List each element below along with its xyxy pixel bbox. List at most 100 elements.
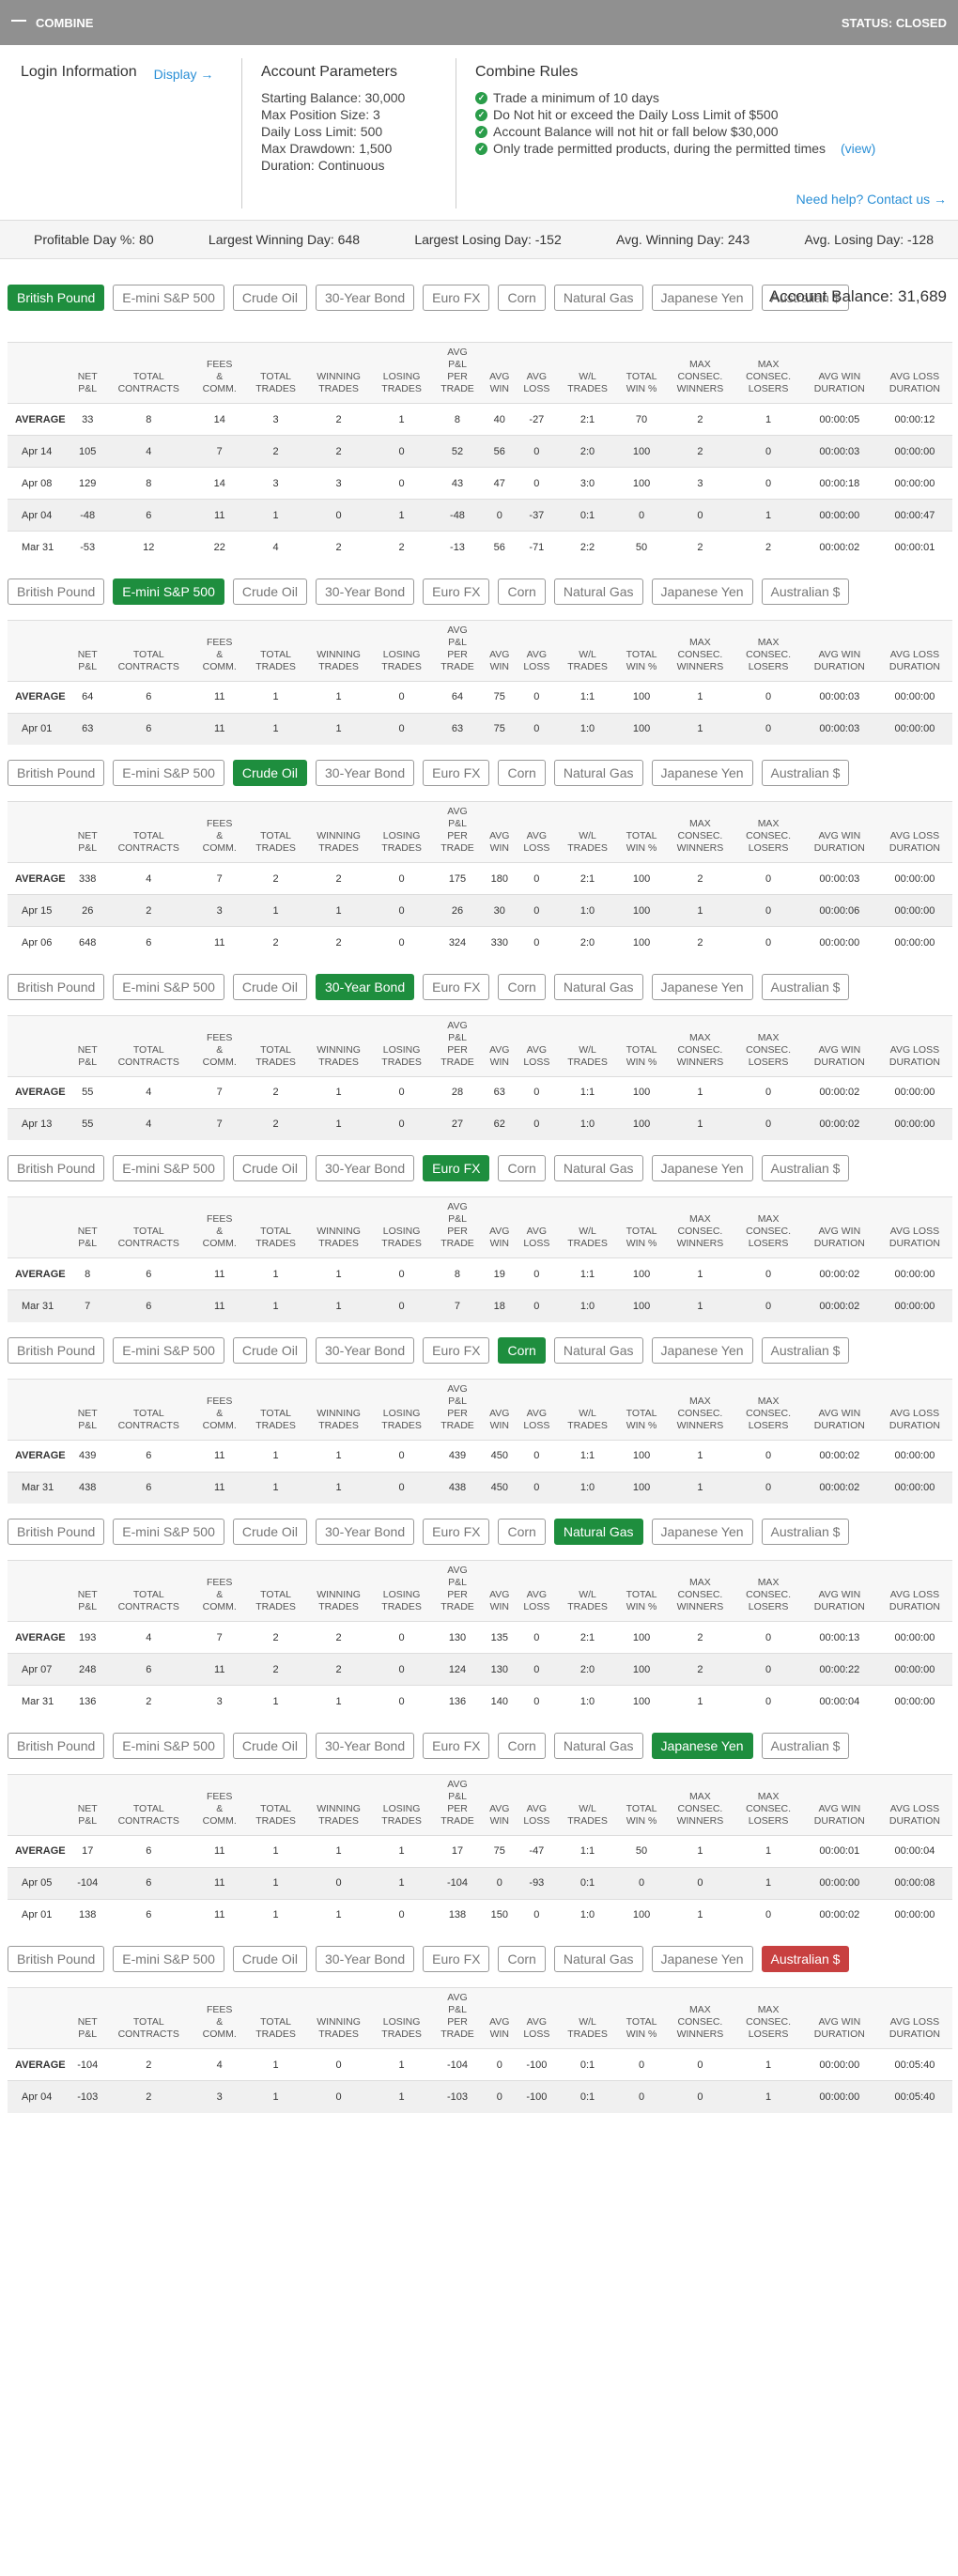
column-header: AVG WIN bbox=[483, 1197, 516, 1258]
tab-british-pound[interactable]: British Pound bbox=[8, 578, 105, 605]
tab-euro-fx[interactable]: Euro FX bbox=[423, 1155, 490, 1181]
tab-crude-oil[interactable]: Crude Oil bbox=[232, 1155, 307, 1181]
tab-corn[interactable]: Corn bbox=[498, 285, 546, 311]
tab-crude-oil[interactable]: Crude Oil bbox=[232, 1732, 307, 1759]
stats-table: NET P&L TOTAL CONTRACTS FEES & COMM. TOTAL TRADE… bbox=[8, 1015, 952, 1140]
help-contact-link[interactable]: Need help? Contact us → bbox=[796, 192, 947, 207]
table-cell: 1:0 bbox=[557, 1685, 618, 1718]
tab-euro-fx[interactable]: Euro FX bbox=[423, 973, 490, 1000]
menu-icon[interactable] bbox=[11, 20, 26, 22]
tab-euro-fx[interactable]: Euro FX bbox=[423, 1946, 490, 1972]
tab-crude-oil[interactable]: Crude Oil bbox=[232, 1946, 307, 1972]
tab-30-year-bond[interactable]: 30-Year Bond bbox=[316, 1732, 415, 1759]
tab-corn[interactable]: Corn bbox=[498, 1732, 546, 1759]
tab-e-mini-sandp-500[interactable]: E-mini S&P 500 bbox=[113, 578, 224, 605]
tab-australian-dollar[interactable]: Australian $ bbox=[761, 1519, 850, 1545]
tab-euro-fx[interactable]: Euro FX bbox=[423, 1336, 490, 1364]
tab-japanese-yen[interactable]: Japanese Yen bbox=[651, 1336, 753, 1364]
tab-30-year-bond[interactable]: 30-Year Bond bbox=[316, 1946, 415, 1972]
table-cell: 438 bbox=[71, 1471, 104, 1504]
tab-british-pound[interactable]: British Pound bbox=[8, 1336, 105, 1364]
tab-e-mini-sandp-500[interactable]: E-mini S&P 500 bbox=[113, 1519, 224, 1545]
tab-e-mini-sandp-500[interactable]: E-mini S&P 500 bbox=[113, 285, 224, 311]
tab-natural-gas[interactable]: Natural Gas bbox=[553, 1946, 643, 1972]
tab-e-mini-sandp-500[interactable]: E-mini S&P 500 bbox=[113, 973, 224, 1000]
column-header-line: W/L bbox=[579, 830, 596, 841]
tab-british-pound[interactable]: British Pound bbox=[8, 760, 105, 786]
tab-crude-oil[interactable]: Crude Oil bbox=[232, 578, 307, 605]
tab-natural-gas[interactable]: Natural Gas bbox=[553, 1336, 643, 1364]
tab-euro-fx[interactable]: Euro FX bbox=[423, 1732, 490, 1759]
avg-winning-day: Avg. Winning Day: 243 bbox=[616, 232, 750, 247]
tab-e-mini-sandp-500[interactable]: E-mini S&P 500 bbox=[113, 1336, 224, 1364]
tab-corn[interactable]: Corn bbox=[498, 760, 546, 786]
tab-japanese-yen[interactable]: Japanese Yen bbox=[651, 1519, 753, 1545]
tab-30-year-bond[interactable]: 30-Year Bond bbox=[316, 285, 415, 311]
tab-natural-gas[interactable]: Natural Gas bbox=[553, 1732, 643, 1759]
tab-japanese-yen[interactable]: Japanese Yen bbox=[651, 1946, 753, 1972]
tab-crude-oil[interactable]: Crude Oil bbox=[232, 1336, 307, 1364]
tab-corn[interactable]: Corn bbox=[498, 1946, 546, 1972]
tab-australian-dollar[interactable]: Australian $ bbox=[761, 973, 850, 1000]
tab-euro-fx[interactable]: Euro FX bbox=[423, 1519, 490, 1545]
table-cell: 63 bbox=[431, 712, 484, 745]
tab-british-pound[interactable]: British Pound bbox=[8, 973, 105, 1000]
tab-crude-oil[interactable]: Crude Oil bbox=[232, 973, 307, 1000]
view-rules-link[interactable]: (view) bbox=[841, 140, 875, 157]
column-header: AVG LOSS bbox=[516, 1379, 557, 1440]
tab-british-pound[interactable]: British Pound bbox=[8, 1732, 105, 1759]
tab-japanese-yen[interactable]: Japanese Yen bbox=[651, 285, 753, 311]
tab-crude-oil[interactable]: Crude Oil bbox=[232, 760, 307, 786]
tab-euro-fx[interactable]: Euro FX bbox=[423, 760, 490, 786]
tab-corn[interactable]: Corn bbox=[498, 1336, 546, 1364]
tab-british-pound[interactable]: British Pound bbox=[8, 1155, 105, 1181]
tab-british-pound[interactable]: British Pound bbox=[8, 1946, 105, 1972]
column-header-line: TOTAL bbox=[626, 2016, 657, 2028]
tab-australian-dollar[interactable]: Australian $ bbox=[761, 1732, 850, 1759]
tab-british-pound[interactable]: British Pound bbox=[8, 285, 105, 311]
tab-e-mini-sandp-500[interactable]: E-mini S&P 500 bbox=[113, 1155, 224, 1181]
table-cell: 450 bbox=[483, 1471, 517, 1504]
tab-euro-fx[interactable]: Euro FX bbox=[423, 578, 490, 605]
tab-japanese-yen[interactable]: Japanese Yen bbox=[651, 578, 753, 605]
tab-e-mini-sandp-500[interactable]: E-mini S&P 500 bbox=[113, 760, 224, 786]
tab-natural-gas[interactable]: Natural Gas bbox=[553, 1519, 643, 1545]
tab-e-mini-sandp-500[interactable]: E-mini S&P 500 bbox=[113, 1946, 224, 1972]
tab-30-year-bond[interactable]: 30-Year Bond bbox=[316, 973, 415, 1000]
tab-australian-dollar[interactable]: Australian $ bbox=[761, 1336, 850, 1364]
column-header-line: W/L bbox=[579, 1043, 596, 1056]
tab-corn[interactable]: Corn bbox=[498, 973, 546, 1000]
tab-30-year-bond[interactable]: 30-Year Bond bbox=[316, 1155, 415, 1181]
tab-natural-gas[interactable]: Natural Gas bbox=[553, 1155, 643, 1181]
tab-british-pound[interactable]: British Pound bbox=[8, 1519, 105, 1545]
tab-japanese-yen[interactable]: Japanese Yen bbox=[651, 1732, 753, 1759]
tab-corn[interactable]: Corn bbox=[498, 1155, 546, 1181]
tab-30-year-bond[interactable]: 30-Year Bond bbox=[316, 578, 415, 605]
tab-30-year-bond[interactable]: 30-Year Bond bbox=[316, 1336, 415, 1364]
tab-natural-gas[interactable]: Natural Gas bbox=[553, 578, 643, 605]
tab-australian-dollar[interactable]: Australian $ bbox=[761, 578, 850, 605]
tab-australian-dollar[interactable]: Australian $ bbox=[761, 1946, 850, 1972]
tab-japanese-yen[interactable]: Japanese Yen bbox=[651, 760, 753, 786]
tab-natural-gas[interactable]: Natural Gas bbox=[553, 973, 643, 1000]
column-header-line: TOTAL bbox=[626, 1407, 657, 1419]
tab-natural-gas[interactable]: Natural Gas bbox=[553, 760, 643, 786]
column-header: TOTAL TRADES bbox=[245, 802, 305, 863]
tab-japanese-yen[interactable]: Japanese Yen bbox=[651, 973, 753, 1000]
tab-japanese-yen[interactable]: Japanese Yen bbox=[651, 1155, 753, 1181]
tab-euro-fx[interactable]: Euro FX bbox=[423, 285, 490, 311]
tab-corn[interactable]: Corn bbox=[498, 578, 546, 605]
tab-30-year-bond[interactable]: 30-Year Bond bbox=[316, 1519, 415, 1545]
tab-crude-oil[interactable]: Crude Oil bbox=[232, 285, 307, 311]
tab-natural-gas[interactable]: Natural Gas bbox=[553, 285, 643, 311]
display-link[interactable]: Display → bbox=[154, 67, 214, 220]
tab-australian-dollar[interactable]: Australian $ bbox=[761, 760, 850, 786]
table-cell: 11 bbox=[193, 926, 246, 959]
tab-australian-dollar[interactable]: Australian $ bbox=[761, 1155, 850, 1181]
tab-crude-oil[interactable]: Crude Oil bbox=[232, 1519, 307, 1545]
column-header-line: DURATION bbox=[888, 2028, 940, 2040]
tab-e-mini-sandp-500[interactable]: E-mini S&P 500 bbox=[113, 1732, 224, 1759]
column-header-line: TRADES bbox=[255, 383, 296, 394]
tab-corn[interactable]: Corn bbox=[498, 1519, 546, 1545]
tab-30-year-bond[interactable]: 30-Year Bond bbox=[316, 760, 415, 786]
